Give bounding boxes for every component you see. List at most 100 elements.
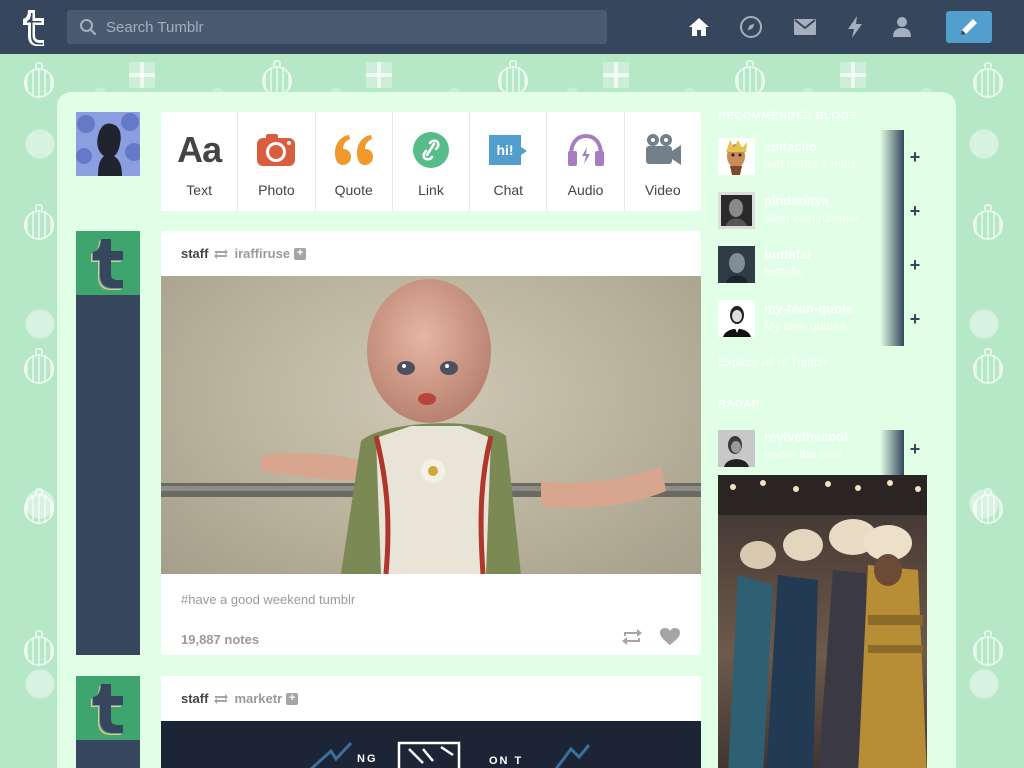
tumblr-logo-icon[interactable] <box>16 8 52 46</box>
post-tags[interactable]: #have a good weekend tumblr <box>161 574 701 607</box>
reblog-icon <box>214 693 229 704</box>
post-author-avatar[interactable] <box>76 676 140 740</box>
post-type-chat[interactable]: hi! Chat <box>470 112 548 211</box>
follow-plus-icon[interactable]: + <box>286 692 299 705</box>
compose-button[interactable] <box>946 11 992 43</box>
radar-post-image[interactable] <box>718 475 927 768</box>
ornament-icon <box>24 348 54 386</box>
blog-name[interactable]: revivethecool <box>764 429 848 444</box>
activity-icon[interactable] <box>843 15 867 39</box>
radar-blog-item[interactable]: revivethecool revive the cool + <box>718 420 926 476</box>
user-avatar[interactable] <box>76 112 140 176</box>
recommended-blog-item[interactable]: epitaciio mel ferraz e mais + <box>718 130 926 184</box>
blog-name[interactable]: epitaciio <box>764 139 817 154</box>
blog-description: buttafai <box>764 265 804 279</box>
ornament-icon <box>973 348 1003 386</box>
ornament-icon <box>24 630 54 668</box>
blog-name[interactable]: pindanitya <box>764 193 829 208</box>
post-notes-count[interactable]: 19,887 notes <box>181 632 621 647</box>
ornament-icon <box>24 488 54 526</box>
post-header: staff marketr + <box>161 676 701 721</box>
blog-description: mel ferraz e mais <box>764 157 857 171</box>
banner-text-right: ON T <box>489 755 524 767</box>
fade-overlay <box>880 292 904 346</box>
text-icon: Aa <box>177 129 222 170</box>
search-box[interactable] <box>67 10 607 44</box>
reblog-icon <box>214 248 229 259</box>
radar-heading: Radar <box>718 398 761 410</box>
post-type-text[interactable]: Aa Text <box>161 112 239 211</box>
ornament-icon <box>24 62 54 100</box>
follow-plus-icon[interactable]: + <box>294 247 307 260</box>
ornament-icon <box>973 488 1003 526</box>
pencil-icon <box>961 19 977 35</box>
post-type-photo[interactable]: Photo <box>238 112 316 211</box>
avatar-sticky-rail <box>76 740 140 768</box>
blog-name[interactable]: my-teen-quote <box>764 301 854 316</box>
post-blog-name[interactable]: staff <box>181 691 208 706</box>
reblogged-from-name[interactable]: iraffiruse <box>234 246 290 261</box>
recommended-blog-item[interactable]: buttafai buttafai + <box>718 238 926 292</box>
post-type-quote[interactable]: Quote <box>316 112 393 211</box>
post-type-video[interactable]: Video <box>625 112 701 211</box>
blog-avatar[interactable] <box>718 246 755 283</box>
gift-icon <box>129 62 155 88</box>
post-footer: 19,887 notes <box>161 607 701 651</box>
headphones-icon <box>566 130 606 170</box>
gift-icon <box>840 62 866 88</box>
fade-overlay <box>880 130 904 184</box>
blog-avatar[interactable] <box>718 300 755 337</box>
link-icon <box>412 130 450 170</box>
explore-all-link[interactable]: Explore all of Tumblr <box>718 355 827 369</box>
banner-text-left: NG <box>357 753 378 765</box>
follow-plus-icon[interactable]: + <box>904 292 926 346</box>
recommended-blog-item[interactable]: pindanitya allen wan ruhanie + <box>718 184 926 238</box>
post-blog-name[interactable]: staff <box>181 246 208 261</box>
gift-icon <box>603 62 629 88</box>
post-photo[interactable] <box>161 276 701 574</box>
follow-plus-icon[interactable]: + <box>904 130 926 184</box>
follow-plus-icon[interactable]: + <box>904 238 926 292</box>
ornament-icon <box>973 62 1003 100</box>
reblogged-from-name[interactable]: marketr <box>234 691 282 706</box>
post-author-avatar[interactable] <box>76 231 140 295</box>
reblog-button-icon[interactable] <box>621 628 643 651</box>
home-icon[interactable] <box>687 15 711 39</box>
blog-description: My teen quotes <box>764 319 847 333</box>
ornament-icon <box>973 204 1003 242</box>
dashboard-post: staff marketr + NG ON T <box>161 676 701 768</box>
chat-icon: hi! <box>487 130 529 170</box>
search-input[interactable] <box>106 18 586 36</box>
post-type-label: Link <box>418 182 444 198</box>
follow-plus-icon[interactable]: + <box>904 426 926 472</box>
blog-avatar[interactable] <box>718 138 755 175</box>
post-type-link[interactable]: Link <box>393 112 471 211</box>
explore-icon[interactable] <box>739 15 763 39</box>
ornament-icon <box>24 204 54 242</box>
post-type-label: Quote <box>334 182 373 198</box>
search-icon <box>80 19 97 36</box>
svg-text:hi!: hi! <box>497 142 514 158</box>
recommended-blog-item[interactable]: my-teen-quote My teen quotes + <box>718 292 926 346</box>
post-type-label: Chat <box>493 182 524 198</box>
post-banner-image[interactable]: NG ON T <box>161 721 701 768</box>
avatar-sticky-rail <box>76 295 140 655</box>
account-icon[interactable] <box>890 15 914 39</box>
blog-avatar[interactable] <box>718 192 755 229</box>
post-type-audio[interactable]: Audio <box>547 112 625 211</box>
blog-avatar[interactable] <box>718 430 755 467</box>
follow-plus-icon[interactable]: + <box>904 184 926 238</box>
post-type-label: Audio <box>567 182 604 198</box>
fade-overlay <box>880 430 904 476</box>
camera-icon <box>256 130 296 170</box>
top-navigation-bar <box>0 0 1024 54</box>
post-type-bar: Aa Text Photo Quote Link hi! Chat Audio <box>161 112 701 211</box>
post-type-label: Photo <box>258 182 295 198</box>
fade-overlay <box>880 238 904 292</box>
post-type-label: Video <box>645 182 681 198</box>
quote-icon <box>333 130 375 170</box>
blog-description: revive the cool <box>764 447 842 461</box>
blog-name[interactable]: buttafai <box>764 247 811 262</box>
like-heart-icon[interactable] <box>659 627 681 651</box>
inbox-icon[interactable] <box>793 15 817 39</box>
